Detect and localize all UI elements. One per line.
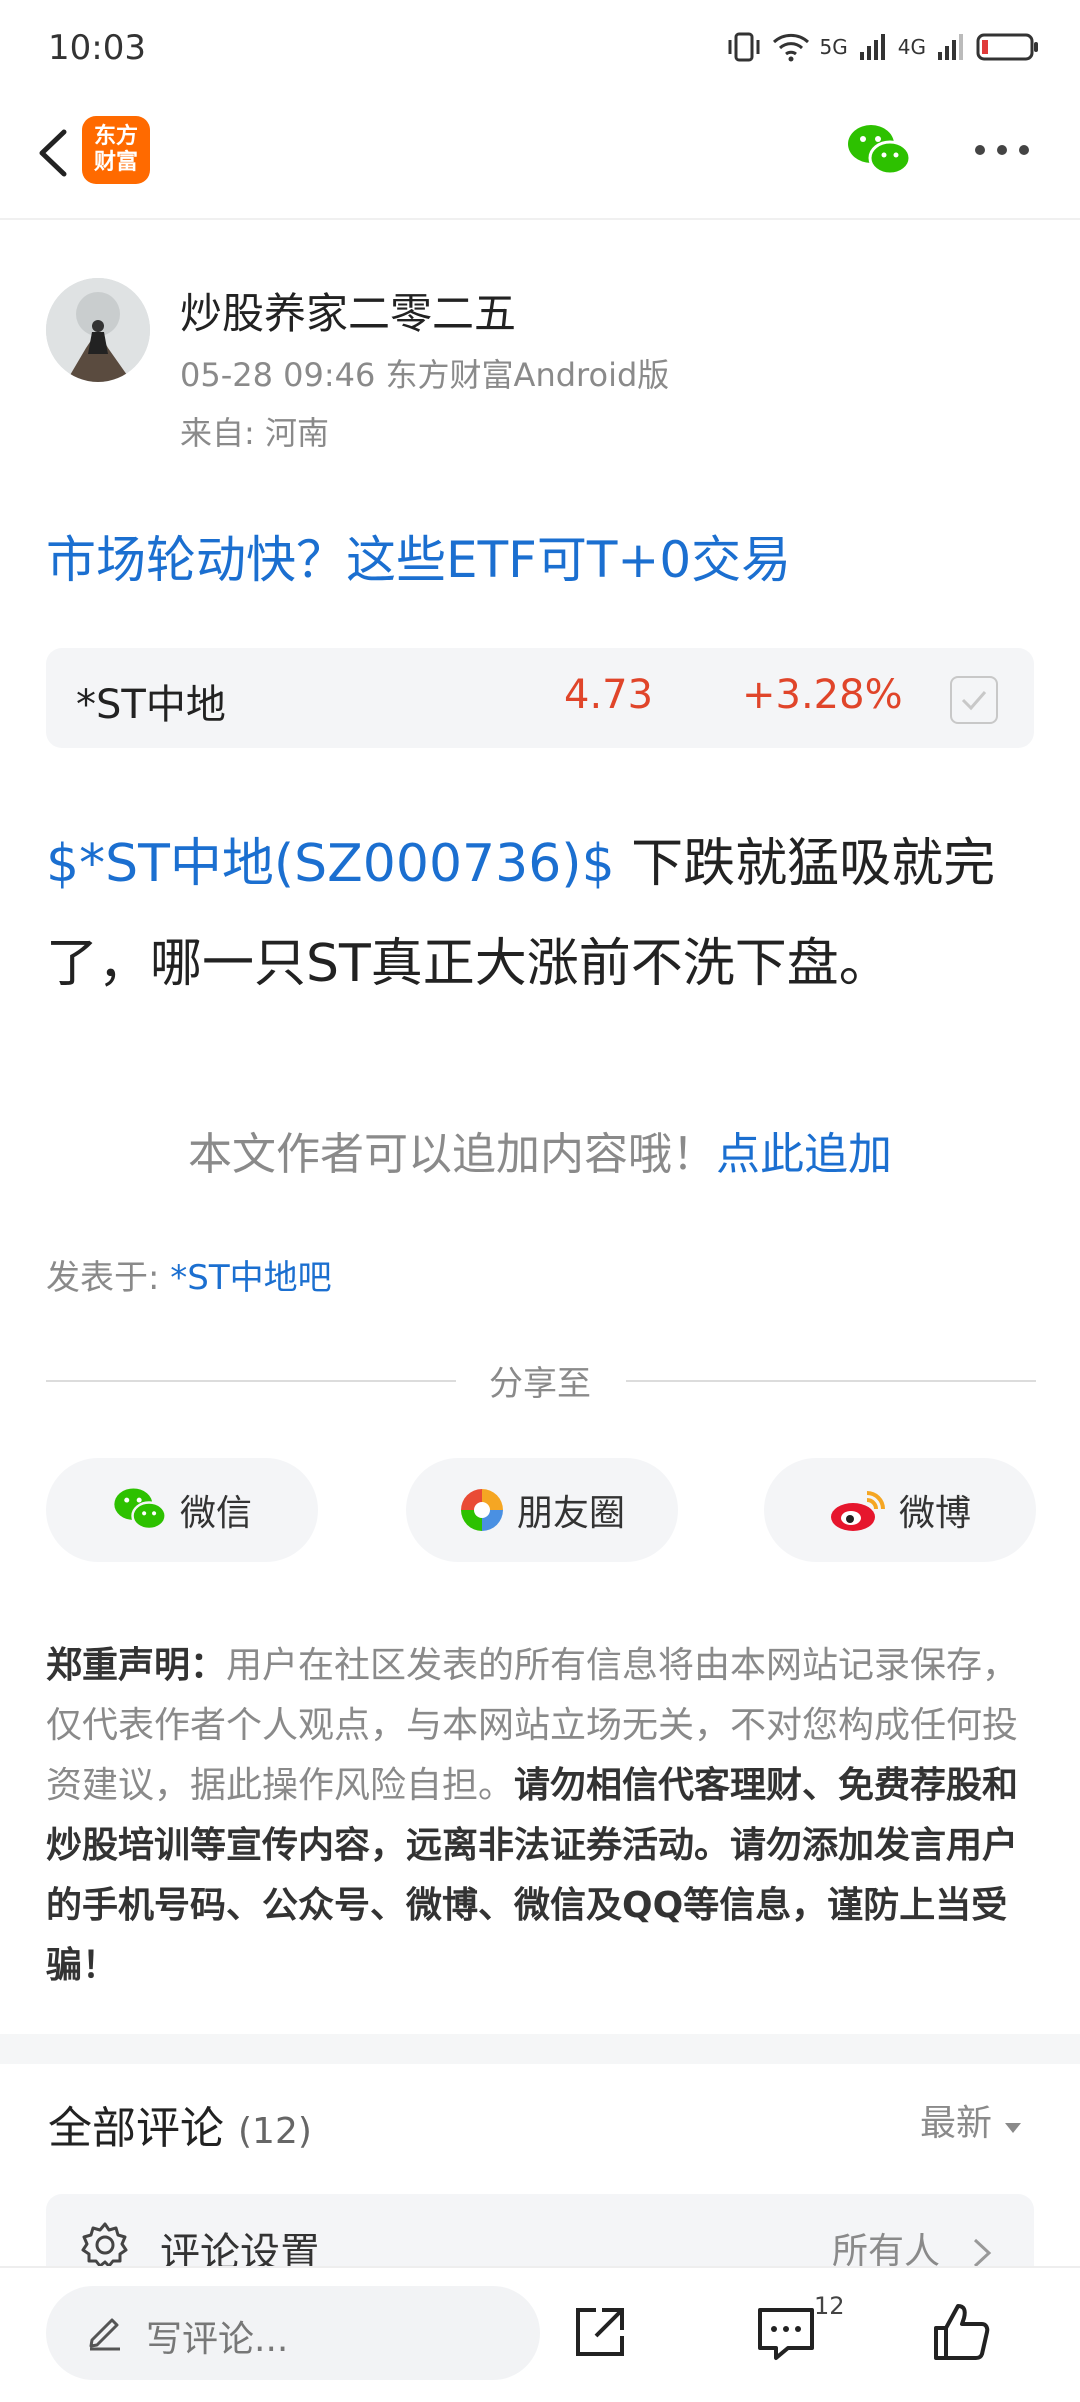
comments-title: 全部评论	[48, 2103, 224, 2154]
disclaimer: 郑重声明：用户在社区发表的所有信息将由本网站记录保存，仅代表作者个人观点，与本网…	[46, 1636, 1036, 1996]
check-icon	[961, 691, 987, 711]
gear-icon	[81, 2222, 128, 2268]
thumbs-up-icon	[934, 2304, 990, 2360]
article-title[interactable]: 市场轮动快？这些ETF可T+0交易	[46, 520, 791, 592]
post-meta: 05-28 09:46 东方财富Android版	[180, 356, 670, 394]
post-location: 来自: 河南	[180, 414, 329, 452]
published-label: 发表于:	[46, 1258, 171, 1298]
signal-icon-2	[938, 34, 963, 60]
vibrate-icon	[728, 32, 760, 62]
logo-line1: 东方	[93, 124, 138, 149]
comment-count-badge: 12	[814, 2292, 845, 2320]
avatar-image	[46, 278, 150, 382]
stock-name: *ST中地	[76, 682, 226, 728]
comment-icon	[758, 2308, 814, 2360]
share-moments-button[interactable]: 朋友圈	[406, 1458, 678, 1562]
wifi-icon	[772, 33, 809, 62]
stock-link[interactable]: $*ST中地(SZ000736)$	[46, 834, 615, 894]
wechat-icon	[848, 125, 912, 176]
status-time: 10:03	[48, 28, 146, 68]
author-name[interactable]: 炒股养家二零二五	[180, 280, 516, 341]
published-in: 发表于: *ST中地吧	[46, 1250, 332, 1299]
app-logo: 东方 财富	[82, 116, 150, 184]
caret-down-icon	[1005, 2123, 1022, 2133]
back-button[interactable]	[20, 118, 90, 188]
logo-line2: 财富	[93, 150, 138, 175]
share-wechat-label: 微信	[179, 1493, 252, 1534]
sort-dropdown[interactable]: 最新	[920, 2094, 1023, 2146]
append-prompt: 本文作者可以追加内容哦！	[188, 1129, 716, 1180]
chevron-right-icon	[974, 2238, 992, 2268]
share-wechat-button[interactable]: 微信	[46, 1458, 318, 1562]
comment-placeholder: 写评论...	[146, 2319, 289, 2360]
more-icon	[975, 145, 1029, 155]
comments-count: (12)	[238, 2111, 312, 2152]
weibo-icon	[830, 1491, 885, 1531]
pen-icon	[89, 2318, 120, 2351]
share-button[interactable]	[568, 2300, 632, 2364]
share-icon	[576, 2308, 624, 2356]
share-label: 分享至	[489, 1364, 591, 1404]
author-avatar[interactable]	[46, 278, 150, 382]
post-body: $*ST中地(SZ000736)$ 下跌就猛吸就完了，哪一只ST真正大涨前不洗下…	[46, 814, 1036, 1014]
share-moments-label: 朋友圈	[516, 1493, 625, 1534]
wechat-share-button[interactable]	[846, 122, 912, 180]
battery-icon	[976, 33, 1038, 61]
forum-link[interactable]: *ST中地吧	[170, 1258, 331, 1298]
moments-icon	[460, 1489, 503, 1531]
wechat-icon	[114, 1488, 167, 1531]
comment-button[interactable]	[754, 2304, 818, 2364]
pen-wrap	[84, 2310, 126, 2352]
share-weibo-label: 微博	[898, 1493, 971, 1534]
back-icon	[39, 129, 67, 177]
more-button[interactable]	[970, 130, 1034, 170]
signal-icon	[859, 34, 885, 60]
network-4g-label: 4G	[897, 35, 926, 59]
nav-bar	[0, 100, 1080, 220]
status-icons: 5G 4G	[726, 30, 1040, 64]
stock-change: +3.28%	[742, 672, 903, 718]
like-button[interactable]	[930, 2300, 994, 2364]
stock-price: 4.73	[564, 672, 654, 718]
add-watchlist-checkbox[interactable]	[950, 676, 998, 724]
network-5g-label: 5G	[819, 35, 848, 59]
section-separator	[0, 2034, 1080, 2064]
share-weibo-button[interactable]: 微博	[764, 1458, 1036, 1562]
sort-label: 最新	[920, 2103, 993, 2144]
disclaimer-heading: 郑重声明：	[46, 1645, 227, 1686]
comments-header: 全部评论 (12)	[48, 2092, 312, 2156]
append-line: 本文作者可以追加内容哦！点此追加	[0, 1118, 1080, 1182]
append-link[interactable]: 点此追加	[716, 1129, 892, 1180]
